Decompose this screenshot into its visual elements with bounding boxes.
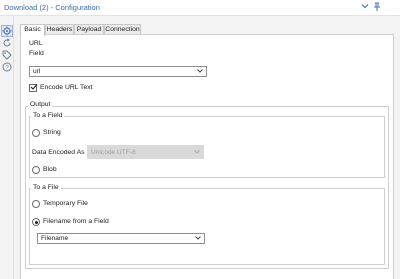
title-bar: Download (2) - Configuration [0,0,400,16]
output-group-title: Output [28,101,53,108]
tab-basic[interactable]: Basic [20,24,45,36]
help-icon[interactable]: ? [2,62,12,72]
chevron-down-icon[interactable] [360,2,370,13]
to-field-group [29,116,385,178]
to-file-title: To a File [31,184,61,191]
chevron-down-icon [195,235,201,243]
checkmark-icon [30,83,38,93]
filename-field-select[interactable]: Filename [37,233,205,244]
left-sidebar: ? [0,16,14,279]
temporary-file-radio[interactable] [32,200,40,208]
chevron-down-icon [194,149,200,157]
url-field-value: url [33,68,41,75]
blob-radio[interactable] [32,166,40,174]
string-radio[interactable] [32,129,40,137]
url-section-title: URL [29,40,43,47]
window-title: Download (2) - Configuration [4,3,100,12]
tag-icon[interactable] [2,50,12,60]
data-encoded-select[interactable]: Unicode UTF-8 [87,145,204,159]
filename-from-field-label: Filename from a Field [43,218,109,225]
basic-tab-panel: URL Field url Encode URL Text Output To … [20,34,394,279]
filename-field-value: Filename [41,235,69,242]
string-label: String [43,129,61,136]
url-field-select[interactable]: url [29,66,207,77]
blob-label: Blob [43,166,57,173]
radio-selected-dot [34,220,38,224]
chevron-down-icon [197,68,203,76]
cycle-icon[interactable] [2,38,12,48]
data-encoded-value: Unicode UTF-8 [91,149,136,156]
filename-from-field-radio[interactable] [32,218,40,226]
pin-icon[interactable] [372,2,382,13]
encode-url-label: Encode URL Text [40,84,93,91]
to-field-title: To a Field [31,112,65,119]
field-label: Field [29,50,44,57]
encode-url-checkbox[interactable] [29,83,38,93]
temporary-file-label: Temporary File [43,200,88,207]
data-encoded-label: Data Encoded As [32,149,85,156]
gear-icon[interactable] [1,25,13,37]
